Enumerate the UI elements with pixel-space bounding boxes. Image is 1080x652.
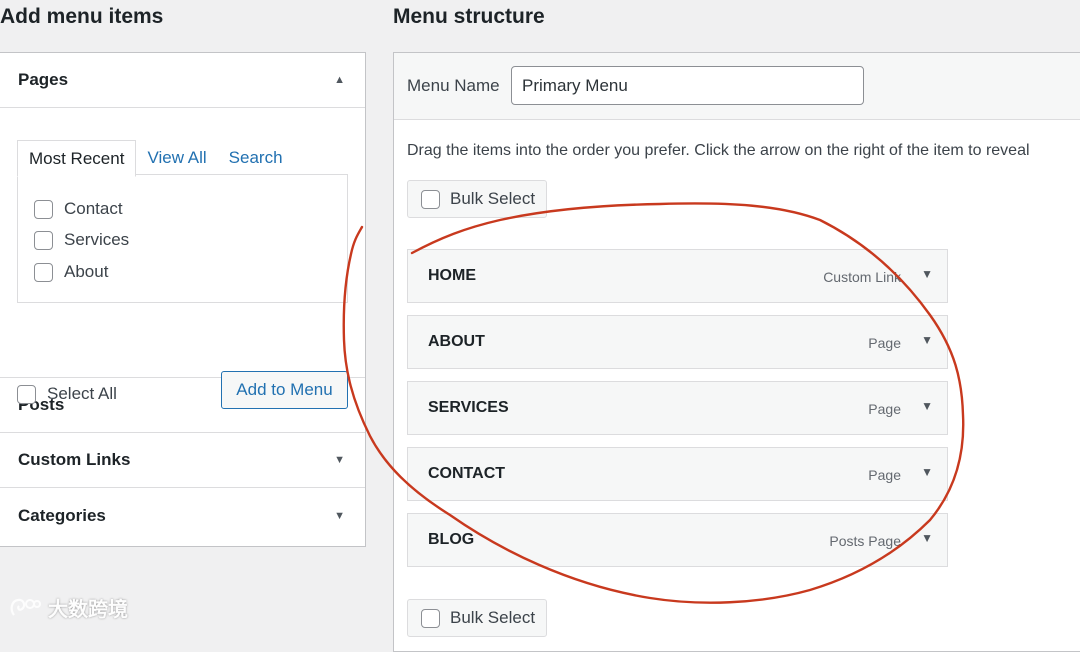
bulk-select-label: Bulk Select bbox=[450, 189, 536, 208]
watermark-text: 大数跨境 bbox=[48, 599, 128, 621]
select-all-checkbox[interactable]: Select All bbox=[17, 384, 117, 404]
spiral-logo-icon bbox=[10, 598, 41, 616]
triangle-down-icon[interactable]: ▼ bbox=[921, 399, 933, 413]
page-label: About bbox=[64, 262, 109, 281]
menu-item-contact[interactable]: CONTACT Page ▼ bbox=[407, 447, 948, 501]
menu-item-blog[interactable]: BLOG Posts Page ▼ bbox=[407, 513, 948, 567]
tab-search[interactable]: Search bbox=[218, 140, 294, 177]
categories-section-header[interactable]: Categories ▼ bbox=[0, 488, 365, 543]
menu-item-type: Page bbox=[868, 401, 901, 417]
pages-section-body: Most Recent View All Search Contact Serv… bbox=[0, 108, 365, 409]
triangle-down-icon[interactable]: ▼ bbox=[334, 454, 345, 466]
page-checkbox-about[interactable]: About bbox=[34, 262, 108, 282]
pages-section-header[interactable]: Pages ▲ bbox=[0, 53, 365, 108]
bulk-select-label: Bulk Select bbox=[450, 608, 536, 627]
menu-item-title: ABOUT bbox=[428, 333, 485, 350]
triangle-down-icon[interactable]: ▼ bbox=[921, 531, 933, 545]
menu-item-services[interactable]: SERVICES Page ▼ bbox=[407, 381, 948, 435]
custom-links-section-header[interactable]: Custom Links ▼ bbox=[0, 433, 365, 488]
menu-name-label: Menu Name bbox=[407, 76, 500, 95]
menu-structure-panel: Menu Name Drag the items into the order … bbox=[393, 52, 1080, 652]
tab-most-recent[interactable]: Most Recent bbox=[17, 140, 137, 177]
triangle-down-icon[interactable]: ▼ bbox=[921, 267, 933, 281]
triangle-down-icon[interactable]: ▼ bbox=[921, 333, 933, 347]
menu-name-row: Menu Name bbox=[394, 53, 1080, 120]
menu-item-title: CONTACT bbox=[428, 465, 506, 482]
checkbox[interactable] bbox=[17, 384, 36, 404]
watermark: 大数跨境 bbox=[8, 593, 128, 622]
menu-item-title: HOME bbox=[428, 267, 476, 284]
select-all-label: Select All bbox=[47, 384, 117, 403]
drag-instructions: Drag the items into the order you prefer… bbox=[407, 142, 1030, 159]
section-title: Categories bbox=[18, 505, 106, 525]
checkbox[interactable] bbox=[34, 262, 53, 282]
menu-item-title: SERVICES bbox=[428, 399, 509, 416]
menu-item-type: Posts Page bbox=[829, 533, 901, 549]
triangle-up-icon[interactable]: ▲ bbox=[334, 74, 345, 86]
menu-item-home[interactable]: HOME Custom Link ▼ bbox=[407, 249, 948, 303]
triangle-down-icon[interactable]: ▼ bbox=[334, 510, 345, 522]
menu-item-type: Page bbox=[868, 467, 901, 483]
menu-item-type: Page bbox=[868, 335, 901, 351]
bulk-select-button-top[interactable]: Bulk Select bbox=[407, 180, 547, 218]
most-recent-panel: Contact Services About bbox=[17, 174, 348, 303]
menu-name-input[interactable] bbox=[511, 66, 864, 105]
checkbox[interactable] bbox=[421, 608, 440, 628]
menu-item-type: Custom Link bbox=[823, 269, 901, 285]
add-menu-items-panel: Pages ▲ Most Recent View All Search Cont… bbox=[0, 52, 366, 547]
tab-view-all[interactable]: View All bbox=[136, 140, 217, 177]
menu-item-about[interactable]: ABOUT Page ▼ bbox=[407, 315, 948, 369]
add-to-menu-button[interactable]: Add to Menu bbox=[221, 371, 348, 409]
section-title: Custom Links bbox=[18, 450, 131, 469]
triangle-down-icon[interactable]: ▼ bbox=[921, 465, 933, 479]
bulk-select-button-bottom[interactable]: Bulk Select bbox=[407, 599, 547, 637]
checkbox[interactable] bbox=[34, 199, 53, 219]
page-checkbox-services[interactable]: Services bbox=[34, 230, 129, 250]
page-label: Services bbox=[64, 230, 130, 249]
checkbox[interactable] bbox=[421, 189, 440, 209]
page-label: Contact bbox=[64, 199, 123, 218]
menu-item-title: BLOG bbox=[428, 531, 475, 548]
menu-structure-heading: Menu structure bbox=[393, 5, 545, 28]
pages-section-title: Pages bbox=[18, 70, 69, 89]
page-checkbox-contact[interactable]: Contact bbox=[34, 199, 123, 219]
checkbox[interactable] bbox=[34, 230, 53, 250]
add-menu-items-heading: Add menu items bbox=[0, 5, 164, 28]
pages-tabs: Most Recent View All Search bbox=[17, 140, 294, 177]
